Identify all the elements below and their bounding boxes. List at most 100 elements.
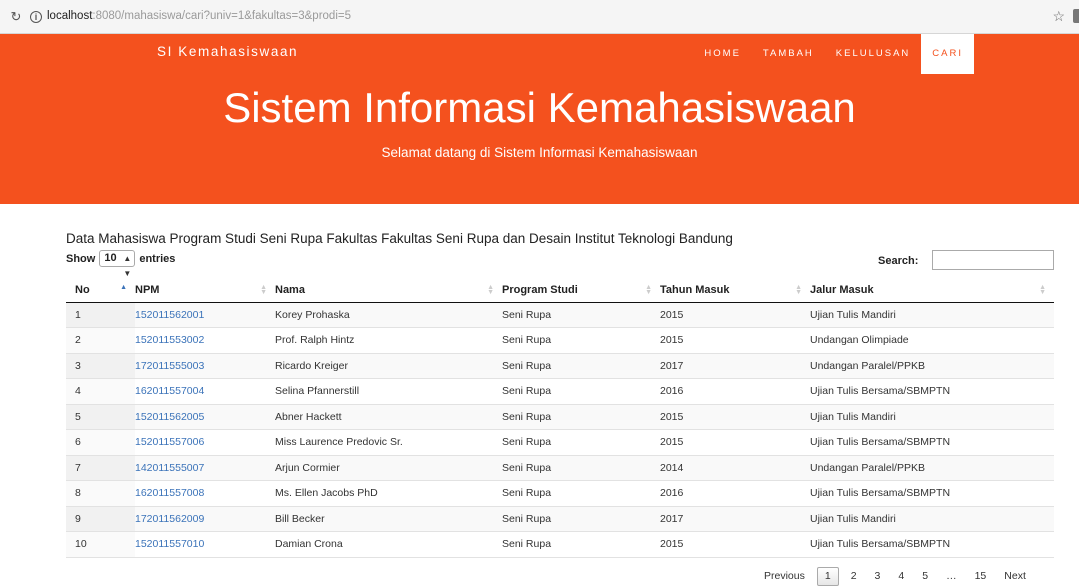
- npm-link[interactable]: 152011557006: [135, 436, 204, 448]
- cell-npm: 152011557010: [135, 532, 275, 558]
- column-header-jalur-masuk-label: Jalur Masuk: [810, 284, 874, 297]
- page-button[interactable]: 3: [866, 568, 890, 585]
- cell-no: 7: [66, 455, 135, 481]
- sort-icon: ▲ ▼: [1039, 284, 1046, 296]
- browser-url-bar: ↻ i localhost:8080/mahasiswa/cari?univ=1…: [0, 0, 1079, 34]
- cell-program-studi: Seni Rupa: [502, 487, 552, 500]
- cell-jalur-masuk: Ujian Tulis Bersama/SBMPTN: [810, 436, 951, 449]
- cell-program-studi: Seni Rupa: [502, 385, 552, 398]
- entries-length-control: Show 10 ▲ ▼ entries: [66, 250, 175, 278]
- npm-link[interactable]: 142011555007: [135, 462, 204, 474]
- cell-jalur-masuk: Ujian Tulis Bersama/SBMPTN: [810, 538, 951, 551]
- cell-jalur-masuk: Undangan Paralel/PPKB: [810, 359, 925, 372]
- cell-tahun-masuk: 2015: [660, 308, 684, 321]
- extension-icon[interactable]: [1073, 9, 1079, 23]
- cell-jalur-masuk: Ujian Tulis Mandiri: [810, 410, 896, 423]
- nav-cari[interactable]: CARI: [921, 34, 974, 74]
- pagination-next[interactable]: Next: [995, 568, 1035, 585]
- cell-tahun-masuk: 2015: [660, 436, 684, 449]
- cell-tahun-masuk: 2014: [660, 461, 684, 474]
- page-button[interactable]: 15: [966, 568, 996, 585]
- sort-icon: ▲ ▼: [795, 284, 802, 296]
- npm-link[interactable]: 152011562005: [135, 411, 204, 423]
- cell-tahun-masuk: 2015: [660, 410, 684, 423]
- page-button[interactable]: 5: [913, 568, 937, 585]
- column-header-program-studi[interactable]: Program Studi ▲ ▼: [502, 279, 660, 303]
- column-header-nama[interactable]: Nama ▲ ▼: [275, 279, 502, 303]
- search-input[interactable]: [932, 250, 1054, 270]
- npm-link[interactable]: 162011557008: [135, 487, 204, 499]
- url-host: localhost: [47, 10, 93, 22]
- show-label: Show: [66, 252, 96, 265]
- column-header-no[interactable]: No ▲: [66, 279, 135, 303]
- nav-tambah[interactable]: TAMBAH: [752, 34, 825, 74]
- cell-no: 2: [66, 327, 135, 353]
- table-row: 2 152011553002 Prof. Ralph Hintz Seni Ru…: [66, 327, 1054, 354]
- info-icon[interactable]: i: [30, 11, 42, 23]
- cell-jalur-masuk: Ujian Tulis Mandiri: [810, 512, 896, 525]
- cell-npm: 162011557004: [135, 379, 275, 405]
- address-field[interactable]: localhost:8080/mahasiswa/cari?univ=1&fak…: [47, 10, 351, 22]
- cell-tahun-masuk: 2015: [660, 538, 684, 551]
- search-label: Search:: [878, 255, 919, 267]
- npm-link[interactable]: 162011557004: [135, 385, 204, 397]
- npm-link[interactable]: 172011562009: [135, 513, 204, 525]
- sort-icon: ▲ ▼: [260, 284, 267, 296]
- column-header-tahun-masuk[interactable]: Tahun Masuk ▲ ▼: [660, 279, 810, 303]
- column-header-npm[interactable]: NPM ▲ ▼: [135, 279, 275, 303]
- sort-icon: ▲ ▼: [487, 284, 494, 296]
- cell-no: 5: [66, 404, 135, 430]
- nav-kelulusan[interactable]: KELULUSAN: [825, 34, 922, 74]
- page-button[interactable]: 4: [889, 568, 913, 585]
- table-row: 7 142011555007 Arjun Cormier Seni Rupa 2…: [66, 455, 1054, 481]
- column-header-jalur-masuk[interactable]: Jalur Masuk ▲ ▼: [810, 279, 1054, 303]
- bookmark-star-icon[interactable]: ☆: [1052, 8, 1065, 25]
- pagination-previous[interactable]: Previous: [755, 568, 814, 585]
- npm-link[interactable]: 152011557010: [135, 538, 204, 550]
- reload-icon[interactable]: ↻: [8, 9, 24, 25]
- cell-no: 3: [66, 353, 135, 379]
- cell-nama: Prof. Ralph Hintz: [275, 334, 355, 347]
- nav-home[interactable]: HOME: [693, 34, 752, 74]
- cell-npm: 152011557006: [135, 430, 275, 456]
- mahasiswa-table: No ▲ NPM ▲ ▼ Nama ▲ ▼ Program Studi ▲ ▼ Tahun M…: [66, 279, 1054, 558]
- cell-tahun-masuk: 2016: [660, 487, 684, 500]
- entries-select[interactable]: 10 ▲ ▼: [99, 250, 136, 278]
- table-row: 6 152011557006 Miss Laurence Predovic Sr…: [66, 429, 1054, 456]
- cell-no: 9: [66, 506, 135, 532]
- cell-program-studi: Seni Rupa: [502, 359, 552, 372]
- column-header-no-label: No: [75, 284, 90, 297]
- cell-nama: Arjun Cormier: [275, 461, 340, 474]
- cell-jalur-masuk: Ujian Tulis Bersama/SBMPTN: [810, 487, 951, 500]
- cell-tahun-masuk: 2015: [660, 334, 684, 347]
- cell-npm: 172011562009: [135, 506, 275, 532]
- sort-icon: ▲ ▼: [645, 284, 652, 296]
- cell-npm: 152011553002: [135, 328, 275, 354]
- cell-program-studi: Seni Rupa: [502, 436, 552, 449]
- cell-jalur-masuk: Ujian Tulis Mandiri: [810, 308, 896, 321]
- brand-link[interactable]: SI Kemahasiswaan: [157, 44, 298, 59]
- page-button[interactable]: 2: [842, 568, 866, 585]
- column-header-tahun-masuk-label: Tahun Masuk: [660, 284, 730, 297]
- column-header-npm-label: NPM: [135, 284, 160, 297]
- npm-link[interactable]: 152011562001: [135, 309, 204, 321]
- page-button-current[interactable]: 1: [816, 567, 839, 586]
- cell-npm: 152011562001: [135, 302, 275, 328]
- cell-nama: Ms. Ellen Jacobs PhD: [275, 487, 378, 500]
- npm-link[interactable]: 172011555003: [135, 360, 204, 372]
- url-path: :8080/mahasiswa/cari?univ=1&fakultas=3&p…: [92, 10, 351, 22]
- table-row: 5 152011562005 Abner Hackett Seni Rupa 2…: [66, 404, 1054, 430]
- column-header-program-studi-label: Program Studi: [502, 284, 578, 297]
- page-subtitle: Selamat datang di Sistem Informasi Kemah…: [381, 145, 698, 160]
- cell-no: 10: [66, 531, 135, 557]
- sort-asc-icon: ▲: [120, 284, 127, 291]
- table-row: 9 172011562009 Bill Becker Seni Rupa 201…: [66, 506, 1054, 532]
- npm-link[interactable]: 152011553002: [135, 334, 204, 346]
- cell-npm: 142011555007: [135, 455, 275, 481]
- pagination-ellipsis: …: [946, 570, 957, 582]
- cell-nama: Damian Crona: [275, 538, 343, 551]
- table-row: 1 152011562001 Korey Prohaska Seni Rupa …: [66, 302, 1054, 328]
- table-row: 3 172011555003 Ricardo Kreiger Seni Rupa…: [66, 353, 1054, 379]
- cell-jalur-masuk: Undangan Olimpiade: [810, 334, 909, 347]
- table-header-row: No ▲ NPM ▲ ▼ Nama ▲ ▼ Program Studi ▲ ▼ Tahun M…: [66, 279, 1054, 303]
